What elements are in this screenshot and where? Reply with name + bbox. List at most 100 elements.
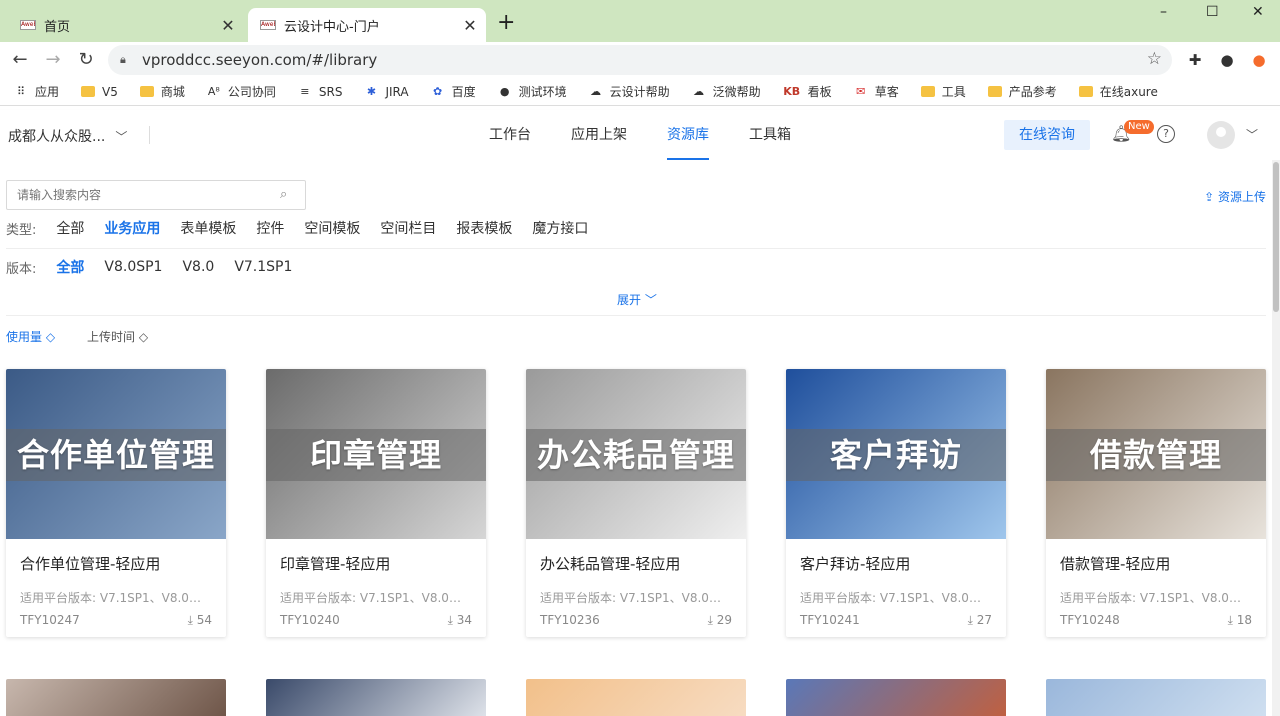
tab-close-icon[interactable]: ✕ <box>460 16 480 35</box>
reload-icon[interactable]: ↻ <box>74 48 98 72</box>
bookmark-item[interactable]: V5 <box>81 85 118 99</box>
resource-card[interactable] <box>526 679 746 716</box>
search-icon[interactable]: ⌕ <box>280 187 287 202</box>
help-icon[interactable]: ? <box>1157 125 1175 143</box>
cloud-icon: ☁ <box>693 84 705 98</box>
browser-tab-portal[interactable]: Aweb 云设计中心-门户 ✕ <box>248 8 486 42</box>
org-selector[interactable]: 成都人从众股... ﹀ <box>8 126 127 146</box>
minimize-icon[interactable]: – <box>1160 4 1167 20</box>
type-option[interactable]: 表单模板 <box>180 218 236 238</box>
browser-toolbar: ← → ↻ 🔒︎ vproddcc.seeyon.com/#/library ☆… <box>0 42 1280 78</box>
address-bar[interactable]: 🔒︎ vproddcc.seeyon.com/#/library ☆ <box>108 45 1172 75</box>
resource-card[interactable]: 借款管理 借款管理-轻应用 适用平台版本: V7.1SP1、V8.0、... TFY1… <box>1046 369 1266 637</box>
bookmark-item[interactable]: 工具 <box>920 83 966 100</box>
nav-resource-library[interactable]: 资源库 <box>667 110 709 160</box>
bookmark-item[interactable]: 商城 <box>139 83 185 100</box>
bookmark-star-icon[interactable]: ☆ <box>1147 49 1162 69</box>
bookmark-item[interactable]: 在线axure <box>1078 83 1158 100</box>
version-option[interactable]: V8.0SP1 <box>104 259 162 275</box>
avatar[interactable] <box>1207 121 1235 149</box>
bookmark-item[interactable]: KB 看板 <box>783 83 832 100</box>
bookmark-item[interactable]: ≡ SRS <box>298 84 342 99</box>
lock-icon: 🔒︎ <box>120 53 126 66</box>
expand-button[interactable]: 展开 ﹀ <box>617 291 657 308</box>
extensions-icon[interactable]: ✚ <box>1185 50 1205 70</box>
nav-app-listing[interactable]: 应用上架 <box>571 110 627 160</box>
bookmark-label: 商城 <box>160 85 185 99</box>
baidu-icon: ✿ <box>433 84 443 98</box>
bookmark-label: 看板 <box>807 85 832 99</box>
sort-icon: ◇ <box>138 330 149 344</box>
bookmark-item[interactable]: ☁ 泛微帮助 <box>692 83 761 100</box>
version-option[interactable]: 全部 <box>56 257 84 277</box>
update-icon[interactable]: ● <box>1249 50 1269 70</box>
type-option[interactable]: 空间栏目 <box>380 218 436 238</box>
type-option[interactable]: 空间模板 <box>304 218 360 238</box>
bookmark-item[interactable]: A⁸ 公司协同 <box>207 83 276 100</box>
maximize-icon[interactable]: ☐ <box>1206 4 1219 20</box>
site-header: 成都人从众股... ﹀ 工作台 应用上架 资源库 工具箱 在线咨询 🔔︎ New… <box>0 110 1280 160</box>
bookmark-item[interactable]: ⠿ 应用 <box>14 83 59 100</box>
profile-icon[interactable]: ● <box>1217 50 1237 70</box>
nav-workbench[interactable]: 工作台 <box>489 110 531 160</box>
card-name: 借款管理-轻应用 <box>1060 555 1171 573</box>
upload-resource-button[interactable]: ⇪ 资源上传 <box>1204 188 1266 205</box>
card-version: 适用平台版本: V7.1SP1、V8.0、... <box>1060 591 1252 605</box>
type-option[interactable]: 控件 <box>256 218 284 238</box>
window-close-icon[interactable]: ✕ <box>1252 4 1264 20</box>
resource-card[interactable]: 办公耗品管理 办公耗品管理-轻应用 适用平台版本: V7.1SP1、V8.0、...… <box>526 369 746 637</box>
bookmark-label: 测试环境 <box>518 85 567 99</box>
resource-card[interactable]: 客户拜访 客户拜访-轻应用 适用平台版本: V7.1SP1、V8.0、... TFY1… <box>786 369 1006 637</box>
tab-close-icon[interactable]: ✕ <box>218 16 238 35</box>
resource-card[interactable] <box>1046 679 1266 716</box>
bookmark-item[interactable]: ✉ 草客 <box>854 83 899 100</box>
scrollbar-thumb[interactable] <box>1273 162 1279 312</box>
scrollbar[interactable] <box>1272 160 1280 716</box>
type-option[interactable]: 业务应用 <box>104 218 160 238</box>
bookmark-label: 泛微帮助 <box>712 85 761 99</box>
resource-card[interactable]: 印章管理 印章管理-轻应用 适用平台版本: V7.1SP1、V8.0、... TFY1… <box>266 369 486 637</box>
sort-upload-time[interactable]: 上传时间 ◇ <box>87 328 148 345</box>
tab-favicon-icon: Aweb <box>260 20 276 30</box>
url-text: vproddcc.seeyon.com/#/library <box>142 51 378 69</box>
divider <box>6 248 1266 249</box>
type-option[interactable]: 报表模板 <box>456 218 512 238</box>
card-name: 合作单位管理-轻应用 <box>20 555 161 573</box>
nav-toolbox[interactable]: 工具箱 <box>749 110 791 160</box>
bookmark-label: V5 <box>102 84 118 99</box>
new-tab-icon[interactable]: + <box>497 12 515 34</box>
bookmark-item[interactable]: ✱ JIRA <box>364 85 409 99</box>
card-code: TFY10248 <box>1060 613 1120 627</box>
bookmark-label: 工具 <box>941 85 966 99</box>
type-option[interactable]: 全部 <box>56 218 84 238</box>
bookmark-item[interactable]: ☁ 云设计帮助 <box>589 83 670 100</box>
card-image: 合作单位管理 <box>6 369 226 539</box>
back-icon[interactable]: ← <box>8 48 32 72</box>
forward-icon[interactable]: → <box>41 48 65 72</box>
online-consult-button[interactable]: 在线咨询 <box>1004 120 1090 150</box>
card-image-title: 印章管理 <box>309 436 442 474</box>
download-icon: ⤓ <box>707 613 713 627</box>
bookmark-item[interactable]: ✿ 百度 <box>431 83 476 100</box>
chevron-down-icon[interactable]: ﹀ <box>1246 126 1258 143</box>
bookmark-item[interactable]: 产品参考 <box>987 83 1057 100</box>
bookmark-item[interactable]: ● 测试环境 <box>498 83 567 100</box>
resource-card[interactable] <box>266 679 486 716</box>
srs-icon: ≡ <box>300 84 310 98</box>
sort-usage-label: 使用量 <box>6 330 43 344</box>
resource-card[interactable]: 合作单位管理 合作单位管理-轻应用 适用平台版本: V7.1SP1、V8.0、...… <box>6 369 226 637</box>
new-badge: New <box>1124 120 1154 134</box>
divider <box>6 315 1266 316</box>
resource-card[interactable] <box>786 679 1006 716</box>
card-name: 客户拜访-轻应用 <box>800 555 911 573</box>
type-option[interactable]: 魔方接口 <box>532 218 588 238</box>
resource-card[interactable] <box>6 679 226 716</box>
kb-icon: KB <box>783 84 801 98</box>
tab-favicon-icon: Aweb <box>20 20 36 30</box>
browser-tab-home[interactable]: Aweb 首页 ✕ <box>8 8 244 42</box>
sort-usage[interactable]: 使用量 ◇ <box>6 328 55 345</box>
card-image: 印章管理 <box>266 369 486 539</box>
version-option[interactable]: V8.0 <box>182 259 214 275</box>
search-input[interactable] <box>6 180 306 210</box>
version-option[interactable]: V7.1SP1 <box>234 259 292 275</box>
